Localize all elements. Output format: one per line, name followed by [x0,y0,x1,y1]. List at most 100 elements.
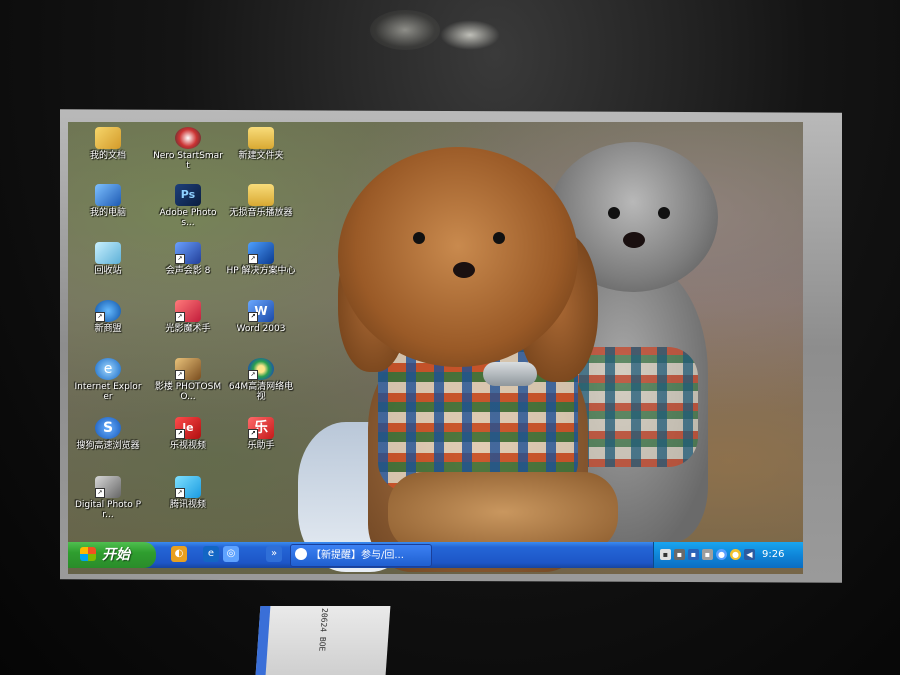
desktop-icon-digital-photo[interactable]: ↗ Digital Photo Pr... [73,476,143,520]
tray-app-icon-4[interactable]: ● [716,549,727,560]
web-icon: ↗ [95,300,121,322]
tray-app-icon-2[interactable]: ▪ [674,549,685,560]
desktop-icon-my-documents[interactable]: 我的文档 [73,127,143,161]
folder-icon [248,127,274,149]
desktop-screen: 我的文档 Nero StartSmart 新建文件夹 我的电脑 Ps Adobe… [68,122,803,574]
hp-solution-center-icon: ↗ [248,242,274,264]
show-more-icon[interactable]: » [266,546,282,562]
desktop-icon-recycle-bin[interactable]: 回收站 [73,242,143,276]
desktop-icon-hp-center[interactable]: ↗ HP 解决方案中心 [226,242,296,276]
poodle-paws [388,472,618,552]
taskbar-window-label: 【新提醒】参与/回... [311,550,404,561]
bone-tag [483,362,537,386]
brown-poodle-head [338,147,578,367]
photoshop-icon: Ps [175,184,201,206]
gray-poodle-eye [608,207,620,219]
shortcut-arrow-icon: ↗ [175,312,185,322]
word-icon: W ↗ [248,300,274,322]
start-label: 开始 [102,547,130,563]
document-folder-icon [95,127,121,149]
digital-photo-icon: ↗ [95,476,121,498]
ie-quicklaunch-icon[interactable]: e [203,546,219,562]
desktop-icon-nero[interactable]: Nero StartSmart [153,127,223,171]
brown-poodle-eye [413,232,425,244]
browser-quicklaunch-icon[interactable]: ◎ [223,546,239,562]
desktop-icon-label: 光影魔术手 [165,324,211,334]
desktop-icon-label: 乐视视频 [169,441,206,451]
shortcut-arrow-icon: ↗ [95,312,105,322]
start-button[interactable]: 开始 [68,542,156,568]
gray-poodle-nose [623,232,645,248]
desktop-icon-letv[interactable]: le ↗ 乐视视频 [153,417,223,451]
desktop-icon-new-folder[interactable]: 新建文件夹 [226,127,296,161]
desktop-icon-label: 我的文档 [89,151,126,161]
taskbar-window-button[interactable]: 【新提醒】参与/回... [290,544,432,567]
desktop-icon-label: 无损音乐播放器 [229,208,293,218]
shortcut-arrow-icon: ↗ [248,429,258,439]
desktop-icon-label: 乐助手 [247,441,275,451]
desktop-icon-light-magic[interactable]: ↗ 光影魔术手 [153,300,223,334]
ribbon-cable-label: 20624 BOE [317,608,330,652]
desktop-icon-label: 新商盟 [94,324,122,334]
desktop-icon-sogou[interactable]: S 搜狗高速浏览器 [73,417,143,451]
shortcut-arrow-icon: ↗ [95,488,105,498]
desktop-icon-label: Nero StartSmart [153,151,223,171]
desktop-icon-tencent-video[interactable]: ↗ 腾讯视频 [153,476,223,510]
ribbon-cable: 20624 BOE [255,606,391,675]
desktop-icon-label: 腾讯视频 [169,500,206,510]
network-icon[interactable]: ▪ [688,549,699,560]
desktop-icon-label: 影楼 PHOTOSMO... [154,382,222,402]
desktop-icon-label: Digital Photo Pr... [74,500,141,520]
desktop-icon-label: Internet Explorer [74,382,142,402]
shortcut-arrow-icon: ↗ [248,370,258,380]
photo-studio-icon: ↗ [175,358,201,380]
desktop-icon-word[interactable]: W ↗ Word 2003 [226,300,296,334]
desktop-icon-my-computer[interactable]: 我的电脑 [73,184,143,218]
shortcut-arrow-icon: ↗ [175,429,185,439]
le-helper-icon: 乐 ↗ [248,417,274,439]
internet-explorer-icon: e [95,358,121,380]
desktop-icon-label: Word 2003 [236,324,286,334]
windows-logo-icon [80,547,96,561]
volume-icon[interactable]: ◀ [744,549,755,560]
photo-magic-icon: ↗ [175,300,201,322]
desktop-icon-ie[interactable]: e Internet Explorer [73,358,143,402]
video-editor-icon: ↗ [175,242,201,264]
shortcut-arrow-icon: ↗ [248,254,258,264]
desktop-icon-le-helper[interactable]: 乐 ↗ 乐助手 [226,417,296,451]
desktop-icon-label: Adobe Photos... [159,208,217,228]
desktop-icon-label: 我的电脑 [89,208,126,218]
ribbon-cable-stripe [255,606,271,675]
desktop-icon-tv64[interactable]: ↗ 64M高清网络电视 [226,358,296,402]
tray-app-icon-3[interactable]: ▪ [702,549,713,560]
desktop-icon-music-player[interactable]: 无损音乐播放器 [226,184,296,218]
gray-poodle-eye [658,207,670,219]
clock[interactable]: 9:26 [762,542,784,568]
desktop-icon-photoshop[interactable]: Ps Adobe Photos... [153,184,223,228]
ceiling-glare [370,10,440,50]
desktop-icon-label: 回收站 [94,266,122,276]
desktop-icon-label: HP 解决方案中心 [226,266,296,276]
browser-window-icon [295,548,307,560]
brown-poodle-nose [453,262,475,278]
sogou-browser-icon: S [95,417,121,439]
letv-icon: le ↗ [175,417,201,439]
desktop-icon-label: 搜狗高速浏览器 [76,441,140,451]
shortcut-arrow-icon: ↗ [175,254,185,264]
network-tv-icon: ↗ [248,358,274,380]
recycle-bin-icon [95,242,121,264]
media-icon[interactable]: ◐ [171,546,187,562]
tencent-video-icon: ↗ [175,476,201,498]
taskbar: 开始 ◐ e ◎ » 【新提醒】参与/回... ▪ ▪ ▪ ▪ ● ● ◀ 9:… [68,542,803,568]
shortcut-arrow-icon: ↗ [175,488,185,498]
desktop-icon-xinliangmeng[interactable]: ↗ 新商盟 [73,300,143,334]
computer-icon [95,184,121,206]
desktop-icon-photosmart[interactable]: ↗ 影楼 PHOTOSMO... [153,358,223,402]
music-folder-icon [248,184,274,206]
desktop-icon-video-studio[interactable]: ↗ 会声会影 8 [153,242,223,276]
system-tray: ▪ ▪ ▪ ▪ ● ● ◀ 9:26 [653,542,803,568]
shortcut-arrow-icon: ↗ [175,370,185,380]
tray-app-icon-1[interactable]: ▪ [660,549,671,560]
desktop-icon-label: 会声会影 8 [165,266,211,276]
tray-app-icon-5[interactable]: ● [730,549,741,560]
